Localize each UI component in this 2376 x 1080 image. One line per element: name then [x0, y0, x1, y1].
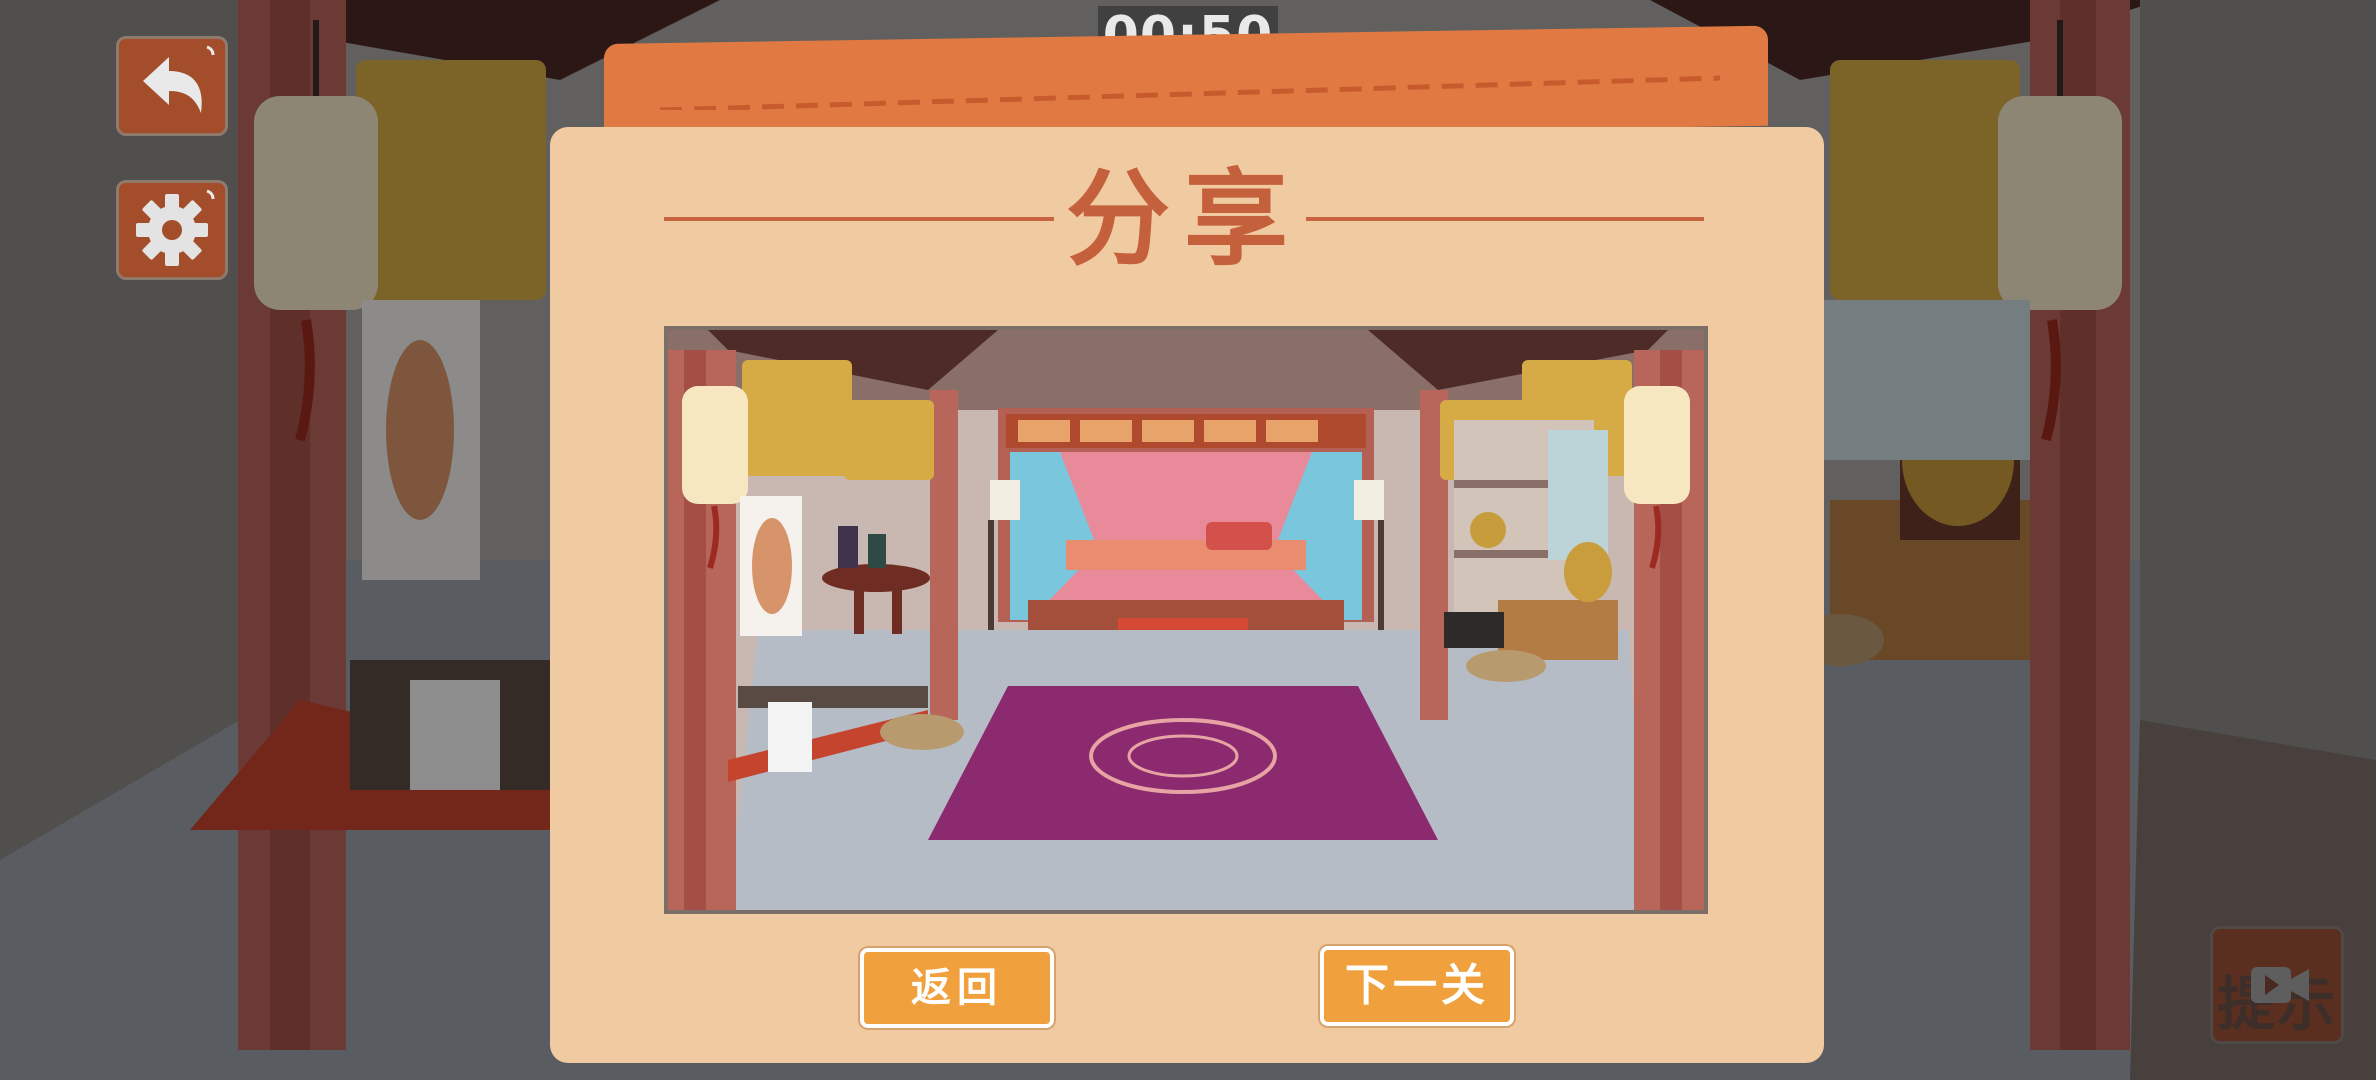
hint-button[interactable]: 提示: [2210, 926, 2344, 1044]
dialog-tab-stitching: [659, 75, 1721, 110]
gear-icon: [136, 189, 215, 266]
back-arrow-icon: [143, 45, 215, 113]
next-level-button[interactable]: 下一关: [1320, 946, 1514, 1026]
dialog-title-row: 分享: [660, 160, 1708, 278]
room-preview-image: [668, 330, 1704, 910]
settings-button[interactable]: [116, 180, 228, 280]
dialog-title: 分享: [1065, 158, 1302, 280]
return-button[interactable]: 返回: [860, 948, 1054, 1028]
back-button[interactable]: [116, 36, 228, 136]
level-screenshot: [664, 326, 1708, 914]
video-icon: [2251, 967, 2309, 1003]
